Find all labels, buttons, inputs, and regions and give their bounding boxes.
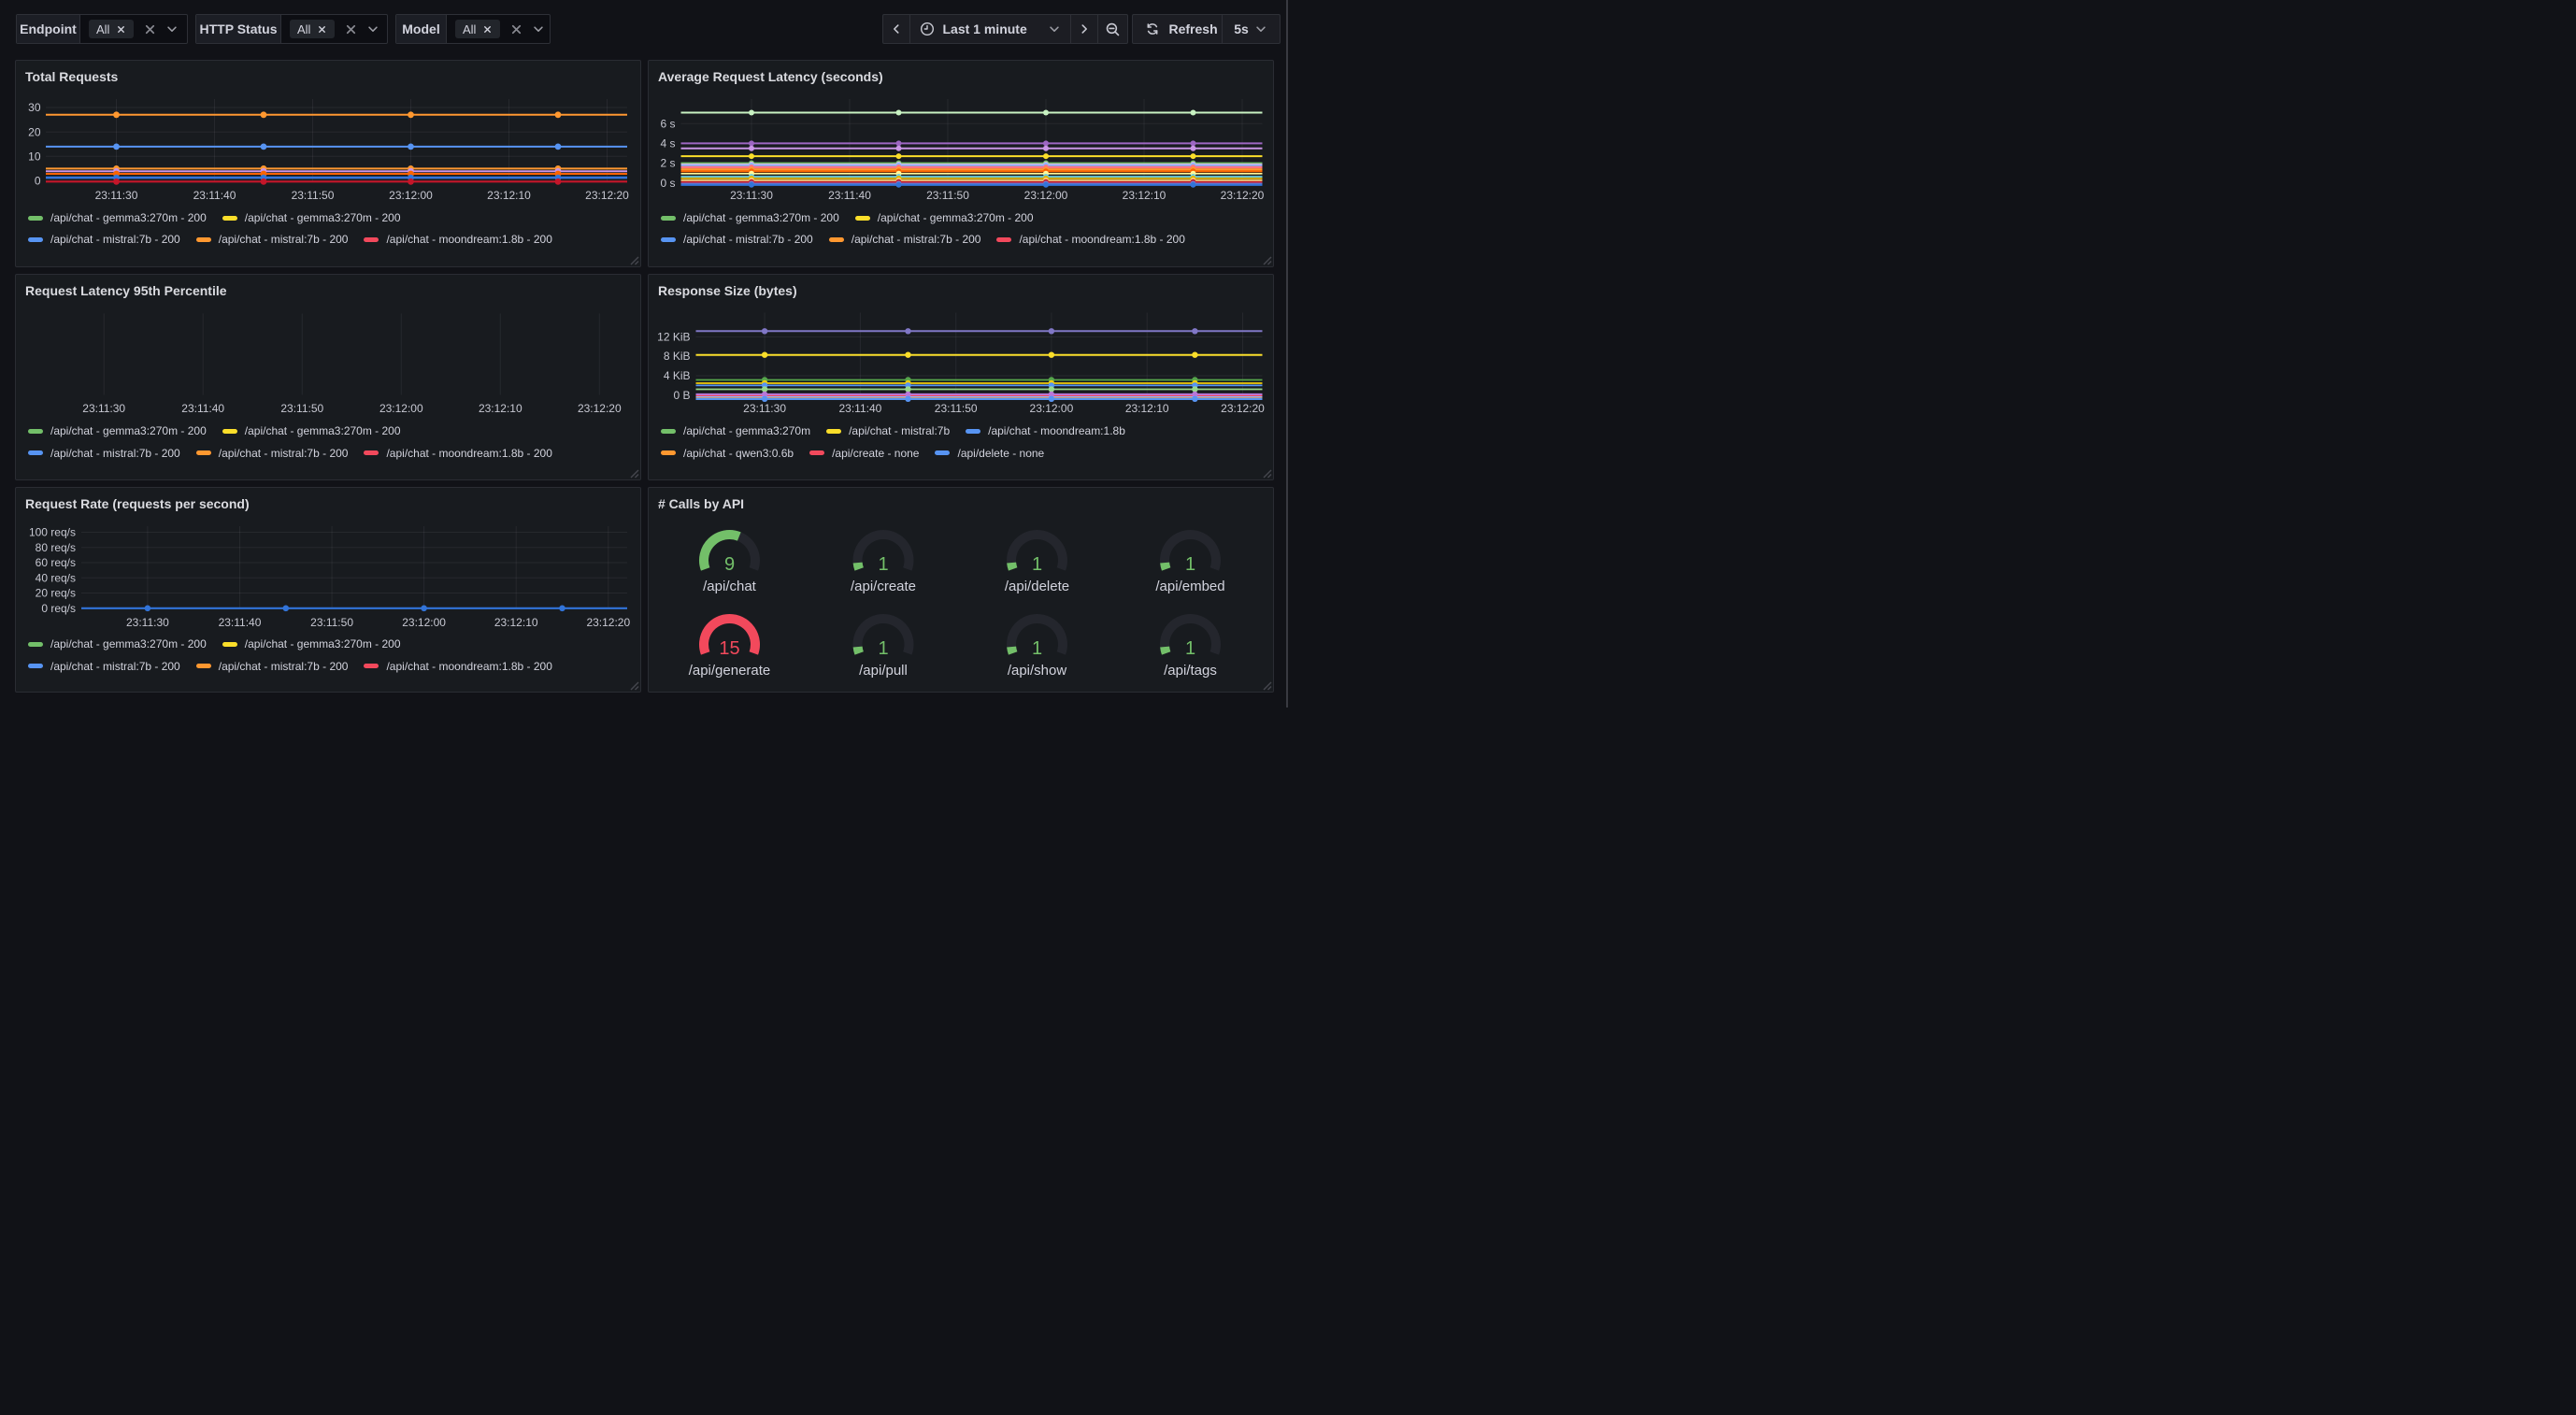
svg-text:23:11:40: 23:11:40 <box>838 402 881 415</box>
svg-text:23:11:30: 23:11:30 <box>743 402 786 415</box>
svg-text:100 req/s: 100 req/s <box>29 525 76 538</box>
svg-text:1: 1 <box>1032 638 1042 659</box>
svg-text:23:11:50: 23:11:50 <box>292 189 335 202</box>
svg-text:30: 30 <box>28 101 41 114</box>
svg-text:23:12:20: 23:12:20 <box>1221 189 1265 202</box>
svg-text:23:11:50: 23:11:50 <box>310 616 353 629</box>
svg-text:23:12:10: 23:12:10 <box>487 189 531 202</box>
svg-text:10: 10 <box>28 150 41 164</box>
svg-text:0: 0 <box>35 175 41 188</box>
svg-text:/api/pull: /api/pull <box>859 663 908 679</box>
svg-text:23:11:30: 23:11:30 <box>126 616 169 629</box>
svg-text:23:12:00: 23:12:00 <box>1024 189 1068 202</box>
svg-text:0 B: 0 B <box>673 389 690 402</box>
svg-text:20 req/s: 20 req/s <box>36 586 76 599</box>
svg-text:23:11:50: 23:11:50 <box>935 402 978 415</box>
svg-text:23:12:20: 23:12:20 <box>1221 402 1265 415</box>
svg-text:23:11:50: 23:11:50 <box>280 402 323 415</box>
svg-text:23:12:00: 23:12:00 <box>402 616 446 629</box>
svg-text:23:11:50: 23:11:50 <box>926 189 969 202</box>
svg-text:23:11:40: 23:11:40 <box>181 402 224 415</box>
svg-text:1: 1 <box>878 554 888 575</box>
svg-text:80 req/s: 80 req/s <box>36 541 76 554</box>
svg-text:/api/generate: /api/generate <box>689 663 771 679</box>
svg-text:12 KiB: 12 KiB <box>657 330 690 343</box>
svg-text:1: 1 <box>1185 554 1195 575</box>
svg-text:23:12:00: 23:12:00 <box>379 402 423 415</box>
svg-text:1: 1 <box>1032 554 1042 575</box>
svg-text:23:12:20: 23:12:20 <box>578 402 622 415</box>
svg-text:23:11:40: 23:11:40 <box>219 616 262 629</box>
svg-text:1: 1 <box>878 638 888 659</box>
svg-text:23:12:00: 23:12:00 <box>389 189 433 202</box>
svg-text:/api/tags: /api/tags <box>1164 663 1217 679</box>
svg-text:23:12:00: 23:12:00 <box>1030 402 1074 415</box>
svg-text:23:12:20: 23:12:20 <box>585 189 629 202</box>
svg-text:23:11:30: 23:11:30 <box>730 189 773 202</box>
svg-text:/api/embed: /api/embed <box>1155 579 1224 594</box>
svg-text:40 req/s: 40 req/s <box>36 571 76 584</box>
svg-text:8 KiB: 8 KiB <box>664 350 691 363</box>
svg-text:4 s: 4 s <box>660 137 675 150</box>
svg-text:/api/show: /api/show <box>1008 663 1067 679</box>
svg-text:/api/chat: /api/chat <box>703 579 757 594</box>
svg-text:1: 1 <box>1185 638 1195 659</box>
svg-text:20: 20 <box>28 125 41 138</box>
svg-text:60 req/s: 60 req/s <box>36 556 76 569</box>
svg-text:9: 9 <box>724 554 735 575</box>
svg-text:0 req/s: 0 req/s <box>41 602 76 615</box>
svg-text:0 s: 0 s <box>660 177 675 190</box>
svg-text:23:12:10: 23:12:10 <box>1123 189 1166 202</box>
svg-text:23:11:40: 23:11:40 <box>193 189 236 202</box>
svg-text:23:12:20: 23:12:20 <box>586 616 630 629</box>
svg-text:23:12:10: 23:12:10 <box>1125 402 1169 415</box>
svg-text:23:11:30: 23:11:30 <box>95 189 138 202</box>
svg-text:23:11:30: 23:11:30 <box>82 402 125 415</box>
svg-text:23:11:40: 23:11:40 <box>828 189 871 202</box>
svg-text:23:12:10: 23:12:10 <box>479 402 522 415</box>
svg-text:/api/create: /api/create <box>851 579 916 594</box>
svg-text:/api/delete: /api/delete <box>1005 579 1069 594</box>
svg-text:23:12:10: 23:12:10 <box>494 616 538 629</box>
svg-text:2 s: 2 s <box>660 157 675 170</box>
svg-text:6 s: 6 s <box>660 118 675 131</box>
svg-text:15: 15 <box>719 638 739 659</box>
svg-text:4 KiB: 4 KiB <box>664 369 691 382</box>
